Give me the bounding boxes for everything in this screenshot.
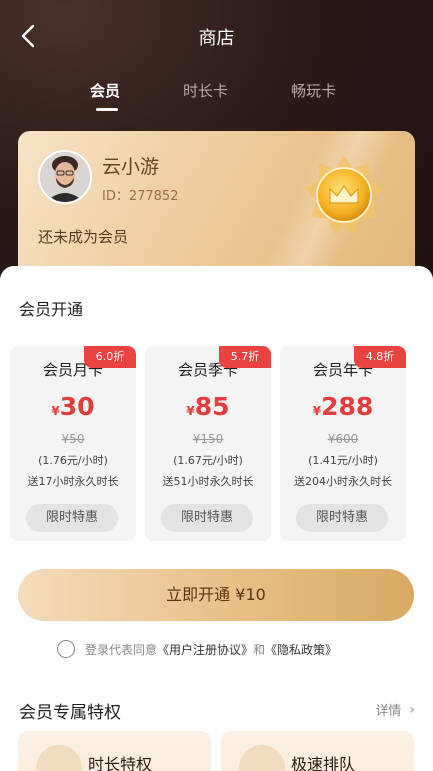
user-agreement-link[interactable]: 《用户注册协议》 [157, 641, 253, 658]
user-avatar-icon [40, 152, 90, 202]
plan-price: ¥85 [145, 392, 271, 421]
chevron-right-icon: › [409, 701, 415, 718]
price-value: 85 [194, 392, 230, 421]
active-tab-indicator [96, 108, 118, 111]
privilege-card-queue[interactable]: 极速排队 [221, 731, 414, 771]
open-membership-button[interactable]: 立即开通 ¥10 [18, 569, 414, 621]
avatar[interactable] [38, 150, 92, 204]
fast-queue-icon [239, 745, 285, 771]
privilege-title: 时长特权 [88, 755, 153, 771]
price-value: 288 [321, 392, 374, 421]
currency-symbol: ¥ [312, 404, 322, 418]
original-price: ¥50 [61, 432, 85, 446]
hourly-rate: (1.76元/小时) [38, 454, 108, 467]
vip-profile-card: 云小游 ID：277852 还未成为会员 [18, 131, 415, 281]
privileges-details-link[interactable]: 详情 › [375, 700, 415, 720]
page-title: 商店 [198, 28, 235, 49]
original-price: ¥150 [192, 432, 224, 446]
plan-card-monthly[interactable]: 会员月卡 6.0折 ¥30 ¥50 (1.76元/小时) 送17小时永久时长 限… [10, 346, 136, 541]
section-title-membership: 会员开通 [19, 300, 84, 319]
tab-membership[interactable]: 会员 [90, 80, 120, 101]
limited-deal-tag: 限时特惠 [26, 504, 118, 532]
plan-price: ¥30 [10, 392, 136, 421]
hourly-rate: (1.67元/小时) [173, 454, 243, 467]
limited-deal-tag: 限时特惠 [161, 504, 253, 532]
plan-card-quarterly[interactable]: 会员季卡 5.7折 ¥85 ¥150 (1.67元/小时) 送51小时永久时长 … [145, 346, 271, 541]
agreement-row: 登录代表同意 《用户注册协议》 和 《隐私政策》 [57, 638, 337, 660]
user-id: ID：277852 [102, 189, 179, 204]
plan-card-yearly[interactable]: 会员年卡 4.8折 ¥288 ¥600 (1.41元/小时) 送204小时永久时… [280, 346, 406, 541]
hourly-rate: (1.41元/小时) [308, 454, 378, 467]
vip-status-text: 还未成为会员 [38, 228, 129, 246]
bonus-hours: 送17小时永久时长 [27, 475, 119, 488]
price-value: 30 [59, 392, 95, 421]
plan-list: 会员月卡 6.0折 ¥30 ¥50 (1.76元/小时) 送17小时永久时长 限… [0, 346, 433, 542]
purchase-sheet: 会员开通 会员月卡 6.0折 ¥30 ¥50 (1.76元/小时) 送17小时永… [0, 266, 433, 771]
section-title-privileges: 会员专属特权 [19, 703, 121, 723]
limited-deal-tag: 限时特惠 [296, 504, 388, 532]
user-name: 云小游 [102, 156, 160, 178]
discount-badge: 4.8折 [354, 346, 406, 368]
tab-time-card[interactable]: 时长卡 [183, 80, 228, 101]
bonus-hours: 送51小时永久时长 [162, 475, 254, 488]
original-price: ¥600 [327, 432, 359, 446]
details-label: 详情 [375, 704, 402, 719]
bonus-hours: 送204小时永久时长 [294, 475, 392, 488]
discount-badge: 6.0折 [84, 346, 136, 368]
discount-badge: 5.7折 [219, 346, 271, 368]
time-privilege-icon [36, 745, 82, 771]
top-bar: 商店 [0, 0, 433, 72]
tab-play-card[interactable]: 畅玩卡 [291, 80, 336, 101]
crown-medal-icon [305, 155, 383, 235]
agreement-checkbox[interactable] [57, 640, 75, 658]
privilege-title: 极速排队 [291, 755, 356, 771]
currency-symbol: ¥ [186, 404, 195, 418]
currency-symbol: ¥ [51, 404, 60, 418]
tab-bar: 会员 时长卡 畅玩卡 [0, 80, 433, 112]
agreement-and: 和 [253, 642, 266, 657]
plan-price: ¥288 [280, 392, 406, 421]
agreement-prefix: 登录代表同意 [85, 642, 158, 657]
privilege-card-time[interactable]: 时长特权 [18, 731, 211, 771]
privacy-policy-link[interactable]: 《隐私政策》 [265, 641, 337, 658]
